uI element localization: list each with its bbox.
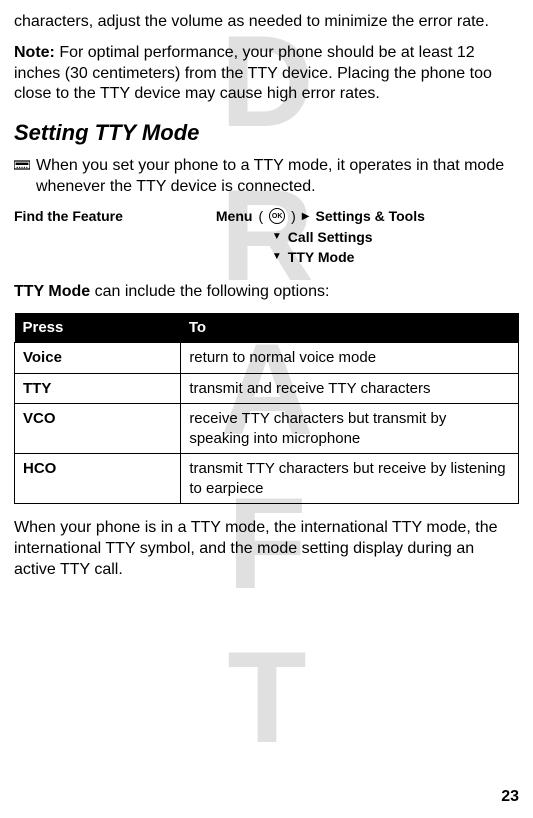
table-row: TTY transmit and receive TTY characters xyxy=(15,373,519,404)
table-row: HCO transmit TTY characters but receive … xyxy=(15,454,519,504)
arrow-down-icon: ▼ xyxy=(272,230,282,243)
col-press: Press xyxy=(15,313,181,343)
section-heading: Setting TTY Mode xyxy=(14,119,519,148)
intro-fragment: characters, adjust the volume as needed … xyxy=(14,12,519,33)
cell-press: HCO xyxy=(15,454,181,504)
path-row-1: Menu ( OK) ▶ Settings & Tools xyxy=(216,207,519,225)
page-content: characters, adjust the volume as needed … xyxy=(14,12,519,581)
table-row: Voice return to normal voice mode xyxy=(15,343,519,374)
path-row-3: ▼ TTY Mode xyxy=(216,248,519,266)
tty-intro-row: When you set your phone to a TTY mode, i… xyxy=(14,156,519,198)
tty-icon xyxy=(14,159,30,171)
closing-paragraph: When your phone is in a TTY mode, the in… xyxy=(14,518,519,580)
find-feature-block: Find the Feature Menu ( OK) ▶ Settings & … xyxy=(14,207,519,268)
note-paragraph: Note: For optimal performance, your phon… xyxy=(14,43,519,105)
cell-press: Voice xyxy=(15,343,181,374)
paren-open: ( xyxy=(258,207,263,225)
cell-to: return to normal voice mode xyxy=(181,343,519,374)
cell-to: receive TTY characters but transmit by s… xyxy=(181,404,519,454)
arrow-down-icon: ▼ xyxy=(272,250,282,263)
cell-to: transmit and receive TTY characters xyxy=(181,373,519,404)
path-tty-mode: TTY Mode xyxy=(288,248,355,266)
menu-label: Menu xyxy=(216,207,253,225)
path-call-settings: Call Settings xyxy=(288,228,373,246)
cell-press: VCO xyxy=(15,404,181,454)
paren-close: ) xyxy=(291,207,296,225)
note-label: Note: xyxy=(14,44,55,61)
tty-intro-text: When you set your phone to a TTY mode, i… xyxy=(36,156,519,198)
find-feature-label: Find the Feature xyxy=(14,207,206,268)
ok-icon: OK xyxy=(269,208,285,224)
path-settings-tools: Settings & Tools xyxy=(316,207,425,225)
table-row: VCO receive TTY characters but transmit … xyxy=(15,404,519,454)
options-intro: TTY Mode can include the following optio… xyxy=(14,282,519,303)
col-to: To xyxy=(181,313,519,343)
page-number: 23 xyxy=(501,787,519,808)
tty-options-table: Press To Voice return to normal voice mo… xyxy=(14,313,519,505)
path-row-2: ▼ Call Settings xyxy=(216,228,519,246)
options-intro-rest: can include the following options: xyxy=(90,283,329,300)
arrow-right-icon: ▶ xyxy=(302,210,310,223)
options-intro-bold: TTY Mode xyxy=(14,283,90,300)
feature-path: Menu ( OK) ▶ Settings & Tools ▼ Call Sett… xyxy=(216,207,519,268)
cell-to: transmit TTY characters but receive by l… xyxy=(181,454,519,504)
note-text: For optimal performance, your phone shou… xyxy=(14,44,492,103)
cell-press: TTY xyxy=(15,373,181,404)
